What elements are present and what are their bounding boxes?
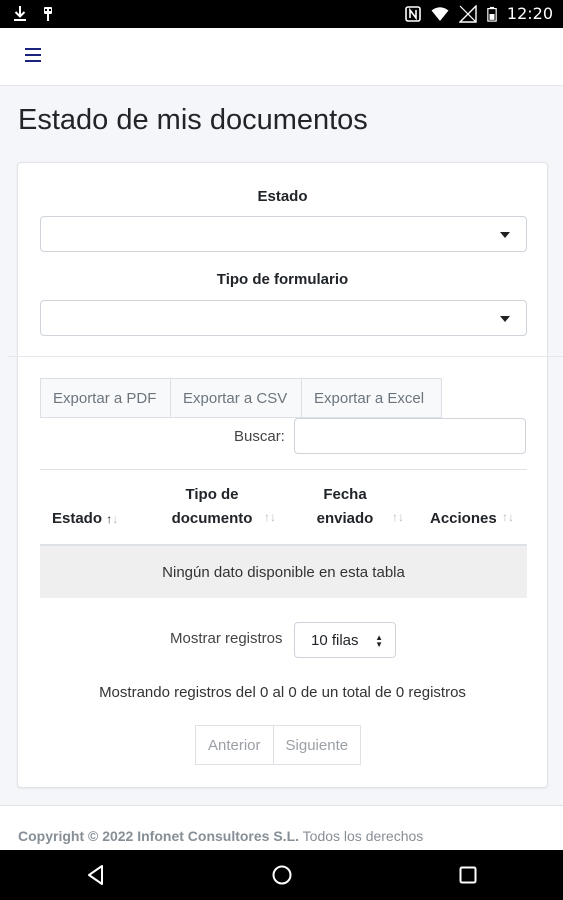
empty-table-row: Ningún dato disponible en esta tabla (40, 546, 527, 598)
column-fecha-enviado[interactable]: Fecha enviado (312, 483, 378, 531)
previous-page-button[interactable]: Anterior (195, 725, 274, 765)
column-tipo-line2: documento (171, 510, 253, 527)
table-header: Estado ↑↓ Tipo de documento ↑↓ Fecha env… (40, 469, 527, 546)
search-input[interactable] (294, 418, 526, 454)
download-icon (14, 6, 26, 21)
sort-icon: ↑↓ (264, 510, 276, 524)
caret-down-icon (500, 232, 510, 238)
column-fecha-line1: Fecha (323, 486, 367, 503)
column-estado-label: Estado (52, 510, 103, 527)
footer: Copyright © 2022 Infonet Consultores S.L… (0, 805, 563, 850)
table-info: Mostrando registros del 0 al 0 de un tot… (99, 684, 466, 701)
back-icon[interactable] (84, 863, 108, 887)
sort-icon: ↑↓ (502, 510, 514, 524)
column-tipo-line1: Tipo de (185, 486, 239, 503)
caret-down-icon (500, 316, 510, 322)
status-right: 12:20 (405, 4, 553, 23)
navigation-bar (0, 850, 563, 900)
page-title: Estado de mis documentos (18, 104, 368, 136)
length-select[interactable]: 10 filas ▲ ▼ (294, 622, 396, 658)
sort-desc-icon: ↓ (112, 512, 119, 526)
export-button-group: Exportar a PDF Exportar a CSV Exportar a… (40, 378, 442, 418)
length-label: Mostrar registros (170, 630, 283, 647)
export-excel-button[interactable]: Exportar a Excel (301, 378, 442, 418)
battery-icon (487, 6, 497, 22)
column-acciones[interactable]: Acciones (430, 507, 497, 531)
export-pdf-button[interactable]: Exportar a PDF (40, 378, 171, 418)
status-left (12, 5, 56, 23)
rights-text: Todos los derechos (302, 828, 424, 844)
usb-icon (44, 7, 52, 21)
nfc-icon (405, 5, 421, 22)
column-tipo-documento[interactable]: Tipo de documento (160, 483, 264, 531)
home-icon[interactable] (270, 863, 294, 887)
footer-text: Copyright © 2022 Infonet Consultores S.L… (18, 828, 423, 844)
copyright-text: Copyright © 2022 Infonet Consultores S.L… (18, 828, 300, 844)
recents-icon[interactable] (456, 863, 480, 887)
search-label: Buscar: (234, 428, 285, 445)
column-acciones-label: Acciones (430, 510, 497, 527)
documents-table: Estado ↑↓ Tipo de documento ↑↓ Fecha env… (40, 469, 527, 598)
column-fecha-line2: enviado (316, 510, 374, 527)
column-estado[interactable]: Estado ↑↓ (52, 507, 118, 531)
wifi-icon (431, 6, 449, 21)
estado-label: Estado (257, 188, 308, 205)
tipo-formulario-select[interactable] (40, 300, 527, 336)
estado-select[interactable] (40, 216, 527, 252)
sort-icon: ↑↓ (392, 510, 404, 524)
next-page-button[interactable]: Siguiente (272, 725, 362, 765)
up-down-caret-icon: ▲ ▼ (375, 633, 383, 649)
app-bar (0, 28, 563, 86)
status-bar: 12:20 (0, 0, 563, 28)
signal-icon (458, 4, 477, 23)
tipo-formulario-label: Tipo de formulario (216, 271, 349, 288)
export-csv-button[interactable]: Exportar a CSV (170, 378, 302, 418)
divider (8, 356, 563, 357)
hamburger-icon[interactable] (25, 48, 41, 62)
length-select-value: 10 filas (311, 631, 359, 649)
pagination: Anterior Siguiente (195, 725, 362, 765)
status-time: 12:20 (506, 4, 553, 23)
documents-card: Estado Tipo de formulario Exportar a PDF… (8, 162, 563, 788)
